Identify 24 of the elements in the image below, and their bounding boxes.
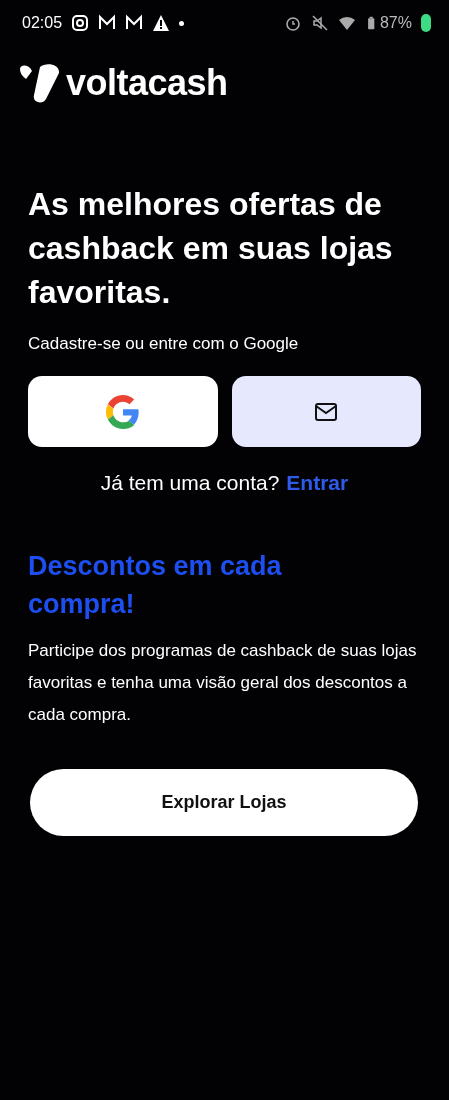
email-button[interactable] <box>231 376 421 447</box>
google-icon <box>105 394 140 429</box>
notification-dot <box>179 20 185 26</box>
camera-icon <box>71 14 90 32</box>
login-link[interactable]: Entrar <box>286 471 349 495</box>
warning-icon <box>152 14 171 32</box>
wifi-icon <box>337 14 356 32</box>
google-button[interactable] <box>28 376 218 447</box>
section-title: Descontos em cada compra! <box>28 550 283 621</box>
battery-pill-icon <box>421 14 431 32</box>
brand-name: voltacash <box>66 65 228 101</box>
battery-percentage: 87% <box>379 14 412 32</box>
headline: As melhores ofertas de cashback em suas lojas favoritas. <box>28 185 394 312</box>
logo-icon <box>18 63 62 103</box>
mail-icon <box>314 401 339 422</box>
alarm-icon <box>283 14 302 32</box>
login-prompt: Já tem uma conta? <box>100 471 280 495</box>
mail-icon <box>98 14 117 32</box>
muted-icon <box>310 14 329 32</box>
mail-icon <box>125 14 144 32</box>
status-time: 02:05 <box>22 14 63 32</box>
explore-stores-button[interactable]: Explorar Lojas <box>30 769 418 836</box>
section-description: Participe dos programas de cashback de suas lojas favoritas e tenha uma visão geral dos descontos a cada compra. <box>28 640 418 726</box>
signup-prompt: Cadastre-se ou entre com o Google <box>28 334 300 354</box>
